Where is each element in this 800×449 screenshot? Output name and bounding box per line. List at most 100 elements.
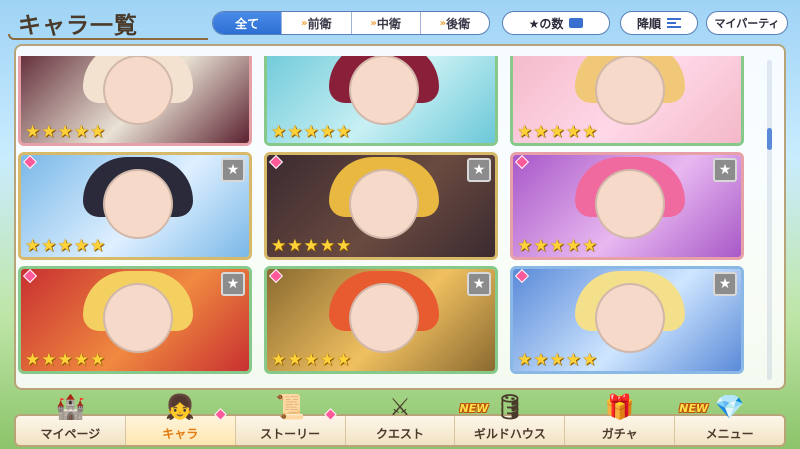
order-label: 降順 bbox=[636, 16, 661, 31]
nav-item[interactable]: 💎 NEW メニュー bbox=[675, 393, 784, 445]
order-button[interactable]: 降順 bbox=[620, 11, 698, 35]
star-icon: ★ bbox=[319, 350, 335, 370]
filter-all-label: 全て bbox=[235, 16, 260, 31]
star-icon: ★ bbox=[517, 350, 533, 370]
star-icon: ★ bbox=[582, 236, 598, 256]
star-icon: ★ bbox=[582, 350, 598, 370]
filter-all-tab[interactable]: 全て bbox=[213, 12, 283, 34]
star-icon: ★ bbox=[517, 236, 533, 256]
star-icon: ★ bbox=[271, 122, 287, 142]
star-icon: ★ bbox=[57, 236, 73, 256]
star-rating: ★ ★ ★ ★ ★ bbox=[25, 123, 105, 141]
star-rating: ★ ★ ★ ★ ★ bbox=[517, 237, 597, 255]
star-icon: ★ bbox=[57, 122, 73, 142]
character-card[interactable]: ★ ★ ★ ★ ★ ★ bbox=[264, 152, 498, 260]
character-card[interactable]: ★ ★ ★ ★ ★ ★ bbox=[18, 266, 252, 374]
character-card[interactable]: ★ ★ ★ ★ ★ bbox=[510, 56, 744, 146]
title-ornament bbox=[8, 34, 208, 40]
nav-item[interactable]: 🎁 ガチャ bbox=[565, 393, 676, 445]
notification-dot-icon bbox=[323, 408, 337, 421]
star-icon: ★ bbox=[533, 122, 549, 142]
star-icon: ★ bbox=[287, 122, 303, 142]
sort-label: ★の数 bbox=[528, 16, 564, 31]
star-icon: ★ bbox=[319, 122, 335, 142]
notification-dot-icon bbox=[213, 408, 227, 421]
star-icon: ★ bbox=[41, 122, 57, 142]
star-icon: ★ bbox=[533, 350, 549, 370]
filter-middle-tab[interactable]: » 中衛 bbox=[352, 12, 421, 34]
scrollbar-thumb[interactable] bbox=[767, 128, 772, 150]
star-icon: ★ bbox=[73, 236, 89, 256]
character-icon: 👧 bbox=[165, 393, 196, 421]
nav-item-label: メニュー bbox=[705, 427, 754, 441]
character-card[interactable]: ★ ★ ★ ★ ★ ★ bbox=[264, 266, 498, 374]
character-card[interactable]: ★ ★ ★ ★ ★ ★ bbox=[510, 152, 744, 260]
sort-icon bbox=[569, 18, 584, 28]
star-icon: ★ bbox=[565, 350, 581, 370]
filter-front-tab[interactable]: » 前衛 bbox=[282, 12, 352, 34]
position-filter-group: 全て » 前衛 » 中衛 » 後衛 bbox=[212, 11, 490, 35]
star-rating: ★ ★ ★ ★ ★ bbox=[517, 123, 597, 141]
star-icon: ★ bbox=[517, 122, 533, 142]
star-rating: ★ ★ ★ ★ ★ bbox=[271, 123, 351, 141]
portrait-face bbox=[595, 169, 665, 239]
star-icon: ★ bbox=[25, 350, 41, 370]
bottom-nav: 🏰 マイページ 👧 キャラ 📜 ストーリー ⚔ クエスト 🛢 NEW ギルドハウス 🎁 ガチャ 💎 NEW メ… bbox=[14, 393, 786, 447]
scroll-icon: 📜 bbox=[275, 393, 306, 421]
star-icon: ★ bbox=[41, 236, 57, 256]
title-bar: キャラ一覧 bbox=[0, 0, 230, 46]
star-icon: ★ bbox=[319, 236, 335, 256]
character-grid: ★ ★ ★ ★ ★ ★ ★ ★ ★ ★ ★ ★ ★ ★ ★ ★ ★ ★ ★ ★ ★ ★ ★ ★ ★ ★ ★ ★ ★ ★ ★ ★ ★ ★ ★ ★ ★ ★ ★ ★… bbox=[18, 56, 758, 396]
rank-star-icon: ★ bbox=[713, 158, 737, 182]
crystal-icon: 💎 bbox=[714, 393, 745, 421]
portrait-face bbox=[595, 56, 665, 125]
rank-star-icon: ★ bbox=[713, 272, 737, 296]
character-card[interactable]: ★ ★ ★ ★ ★ ★ bbox=[510, 266, 744, 374]
filter-front-label: 前衛 bbox=[307, 16, 332, 31]
star-icon: ★ bbox=[271, 350, 287, 370]
star-icon: ★ bbox=[565, 122, 581, 142]
rank-star-icon: ★ bbox=[467, 158, 491, 182]
rank-star-icon: ★ bbox=[221, 158, 245, 182]
nav-item-label: ストーリー bbox=[260, 427, 321, 441]
character-card[interactable]: ★ ★ ★ ★ ★ bbox=[18, 56, 252, 146]
star-icon: ★ bbox=[90, 236, 106, 256]
nav-item[interactable]: 🏰 マイページ bbox=[16, 393, 126, 445]
character-card[interactable]: ★ ★ ★ ★ ★ bbox=[264, 56, 498, 146]
chevron-icon: » bbox=[301, 17, 308, 29]
portrait-face bbox=[349, 283, 419, 353]
star-icon: ★ bbox=[287, 236, 303, 256]
my-party-button[interactable]: マイパーティ bbox=[706, 11, 788, 35]
nav-item-label: ガチャ bbox=[601, 427, 638, 441]
sword-shield-icon: ⚔ bbox=[389, 393, 411, 421]
nav-item-label: マイページ bbox=[40, 427, 101, 441]
nav-item[interactable]: ⚔ クエスト bbox=[346, 393, 456, 445]
star-icon: ★ bbox=[336, 350, 352, 370]
star-icon: ★ bbox=[336, 236, 352, 256]
star-icon: ★ bbox=[549, 350, 565, 370]
nav-item-label: キャラ bbox=[162, 427, 199, 441]
new-badge: NEW bbox=[679, 402, 709, 415]
nav-item-label: ギルドハウス bbox=[473, 427, 546, 441]
star-icon: ★ bbox=[25, 236, 41, 256]
star-icon: ★ bbox=[25, 122, 41, 142]
star-rating: ★ ★ ★ ★ ★ bbox=[517, 351, 597, 369]
scrollbar-track[interactable] bbox=[767, 60, 772, 380]
filter-back-tab[interactable]: » 後衛 bbox=[421, 12, 489, 34]
star-icon: ★ bbox=[533, 236, 549, 256]
castle-icon: 🏰 bbox=[55, 393, 86, 421]
star-rating: ★ ★ ★ ★ ★ bbox=[271, 237, 351, 255]
my-party-label: マイパーティ bbox=[714, 17, 780, 30]
star-icon: ★ bbox=[41, 350, 57, 370]
nav-item[interactable]: 📜 ストーリー bbox=[236, 393, 346, 445]
nav-item[interactable]: 👧 キャラ bbox=[125, 393, 236, 445]
nav-item-label: クエスト bbox=[376, 427, 425, 441]
sort-button[interactable]: ★の数 bbox=[502, 11, 610, 35]
character-card[interactable]: ★ ★ ★ ★ ★ ★ bbox=[18, 152, 252, 260]
nav-item[interactable]: 🛢 NEW ギルドハウス bbox=[455, 393, 566, 445]
star-icon: ★ bbox=[287, 350, 303, 370]
star-rating: ★ ★ ★ ★ ★ bbox=[25, 351, 105, 369]
new-badge: NEW bbox=[459, 402, 489, 415]
star-icon: ★ bbox=[90, 350, 106, 370]
star-icon: ★ bbox=[549, 122, 565, 142]
